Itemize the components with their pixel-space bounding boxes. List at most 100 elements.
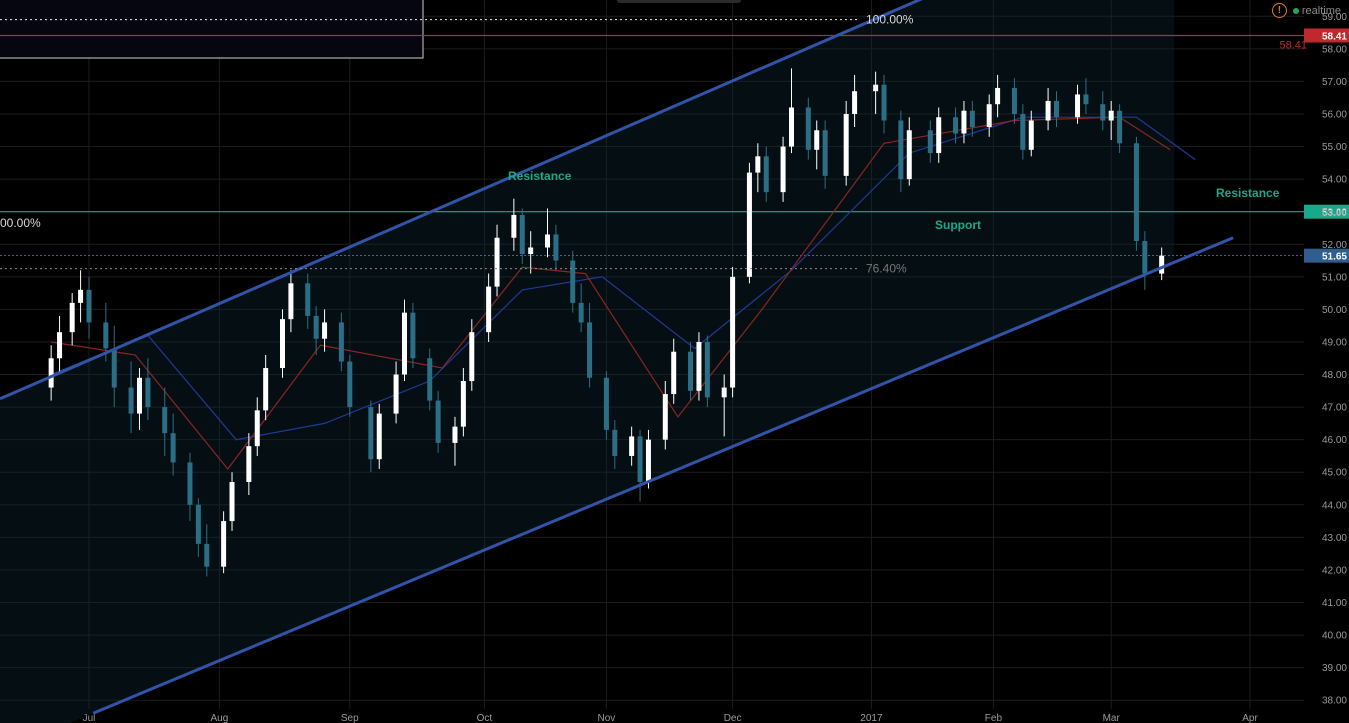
candle-body [1054,100,1059,118]
candle-body [852,91,858,114]
candle-body [322,322,328,339]
candle-body [229,482,235,522]
fib-left-label: 00.00% [0,216,41,230]
y-tick-label: 50.00 [1322,305,1347,316]
last-price-tag: 51.65 [1322,252,1347,263]
candle-body [280,319,285,369]
candle-body [587,322,593,378]
candle-body [69,302,75,333]
candle-body [906,130,912,180]
candle-body [86,289,92,323]
candle-body [721,387,727,398]
candle-body [128,387,134,414]
candle-body [1083,94,1089,105]
legend-box [0,0,424,59]
candle-body [347,361,353,408]
candle-body [1133,143,1139,241]
candle-body [204,543,210,567]
candle-body [136,377,142,414]
realtime-label: realtime [1301,4,1341,17]
y-tick-label: 47.00 [1322,403,1347,414]
top-handle[interactable] [617,0,741,3]
candle-body [368,407,374,460]
candle-body [494,237,500,287]
high-marker-text: 58.41 [1279,39,1307,51]
candle-body [1142,241,1148,274]
candle-body [696,341,702,391]
candle-body [788,107,794,147]
candle-body [435,400,441,443]
candle-body [469,332,475,382]
candle-body [427,358,433,401]
resistance-label-2: Resistance [1216,186,1280,200]
stock-chart[interactable]: Jul Aug Sep Oct Nov Dec 2017 Feb Mar Apr 100.00%0… [0,0,1349,723]
candle-body [927,130,933,154]
candle-body [662,394,668,440]
candle-body [486,286,492,333]
candle-body [873,84,879,92]
support-label: Support [935,218,981,232]
candle-body [162,407,168,434]
candle-body [1117,110,1123,144]
y-tick-label: 49.00 [1322,337,1347,348]
x-tick-label: Oct [477,713,493,723]
candle-body [528,247,534,255]
y-tick-label: 40.00 [1322,631,1347,642]
candle-body [1100,104,1106,121]
candle-body [313,315,319,339]
candle-body [57,332,63,359]
candle-body [1028,120,1034,150]
fib-mid-label: 76.40% [866,262,907,276]
candle-body [305,283,311,316]
candle-body [986,104,992,128]
candle-body [145,377,151,408]
candle-body [170,433,176,463]
candle-body [805,107,811,150]
x-tick-label: Dec [724,713,742,723]
candle-body [730,276,736,388]
candle-body [612,429,618,456]
y-tick-label: 58.00 [1322,44,1347,55]
candle-body [637,436,643,482]
candle-body [629,436,635,456]
candle-body [553,234,559,261]
x-tick-label: 2017 [860,713,883,723]
candle-body [288,283,294,320]
high-price-tag: 58.41 [1322,31,1347,42]
y-tick-label: 44.00 [1322,500,1347,511]
candle-body [78,289,84,303]
x-tick-label: Aug [211,713,229,723]
candle-body [1075,94,1081,118]
candle-body [603,377,609,430]
candle-body [953,117,959,134]
candle-body [843,113,849,176]
candle-body [746,172,752,277]
candle-body [881,84,887,121]
y-tick-label: 46.00 [1322,435,1347,446]
y-tick-label: 51.00 [1322,272,1347,283]
candle-body [1159,255,1165,274]
y-tick-label: 56.00 [1322,109,1347,120]
y-tick-label: 54.00 [1322,175,1347,186]
candle-body [393,374,399,414]
candle-body [961,110,967,134]
candle-body [263,368,269,411]
alert-icon[interactable]: ! [1271,3,1287,18]
x-tick-label: Sep [341,713,359,723]
candle-body [936,117,942,154]
candle-body [511,214,517,238]
candle-body [401,312,407,375]
candle-body [452,426,458,443]
candle-body [545,234,551,248]
candle-body [704,341,710,398]
fib-top-label: 100.00% [866,13,914,27]
candle-body [254,410,260,447]
y-tick-label: 38.00 [1322,696,1347,707]
y-tick-label: 42.00 [1322,565,1347,576]
candle-body [103,322,109,349]
candle-body [814,130,820,150]
candle-body [410,312,416,359]
y-tick-label: 41.00 [1322,598,1347,609]
candle-body [671,351,677,395]
candle-body [1020,113,1026,150]
